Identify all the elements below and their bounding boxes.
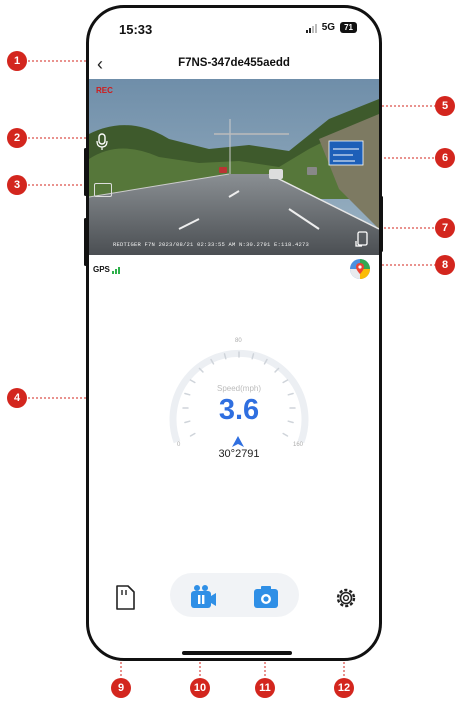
camera-feed[interactable]: REC REDTIGER F7N 2023/08/21 02:33:55 AM … xyxy=(89,79,379,255)
callout-badge-10: 10 xyxy=(190,678,210,698)
callout-badge-6: 6 xyxy=(435,148,455,168)
speed-value: 3.6 xyxy=(218,394,260,426)
sd-card-button[interactable] xyxy=(113,585,137,616)
network-label: 5G xyxy=(321,22,336,33)
fullscreen-rotate-icon[interactable] xyxy=(355,231,371,247)
snapshot-camera-button[interactable] xyxy=(253,585,279,614)
title-bar: ‹ F7NS-347de455aedd xyxy=(89,54,379,76)
home-indicator xyxy=(182,651,292,655)
gps-label: GPS xyxy=(93,265,110,274)
callout-badge-4: 4 xyxy=(7,388,27,408)
speed-tick-mark xyxy=(189,432,196,437)
speed-unit-label: Speed(mph) xyxy=(216,384,262,393)
battery-icon: 71 xyxy=(340,22,357,33)
map-pin-icon[interactable] xyxy=(349,258,371,285)
speed-tick-mark xyxy=(282,432,289,437)
video-record-button[interactable] xyxy=(189,583,217,616)
microphone-icon[interactable] xyxy=(95,133,109,151)
callout-badge-7: 7 xyxy=(435,218,455,238)
phone-frame: 15:33 5G 71 ‹ F7NS-347de455aedd REC REDT… xyxy=(86,5,382,661)
callout-badge-12: 12 xyxy=(334,678,354,698)
status-bar-right: 5G 71 xyxy=(305,22,357,33)
callout-badge-3: 3 xyxy=(7,175,27,195)
road-scene xyxy=(89,79,379,255)
speedometer: 0 80 160 Speed(mph) 3.6 30°2791 xyxy=(169,338,309,468)
callout-badge-2: 2 xyxy=(7,128,27,148)
speed-tick-mark xyxy=(282,379,289,384)
speed-tick-mark xyxy=(189,379,196,384)
callout-badge-9: 9 xyxy=(111,678,131,698)
callout-badge-1: 1 xyxy=(7,51,27,71)
callout-badge-8: 8 xyxy=(435,255,455,275)
video-timestamp-overlay: REDTIGER F7N 2023/08/21 02:33:55 AM N:30… xyxy=(113,241,310,248)
gps-signal-icon xyxy=(111,267,120,274)
signal-icon xyxy=(305,23,317,33)
speed-tick-mid: 80 xyxy=(235,338,242,344)
device-title: F7NS-347de455aedd xyxy=(178,57,290,69)
resolution-icon[interactable] xyxy=(94,183,112,197)
callout-badge-5: 5 xyxy=(435,96,455,116)
gps-indicator: GPS xyxy=(93,265,120,274)
status-time: 15:33 xyxy=(119,22,153,37)
callout-badge-11: 11 xyxy=(255,678,275,698)
rec-indicator: REC xyxy=(96,86,113,95)
coordinate-readout: 30°2791 xyxy=(218,448,260,460)
settings-gear-icon[interactable] xyxy=(334,586,358,615)
